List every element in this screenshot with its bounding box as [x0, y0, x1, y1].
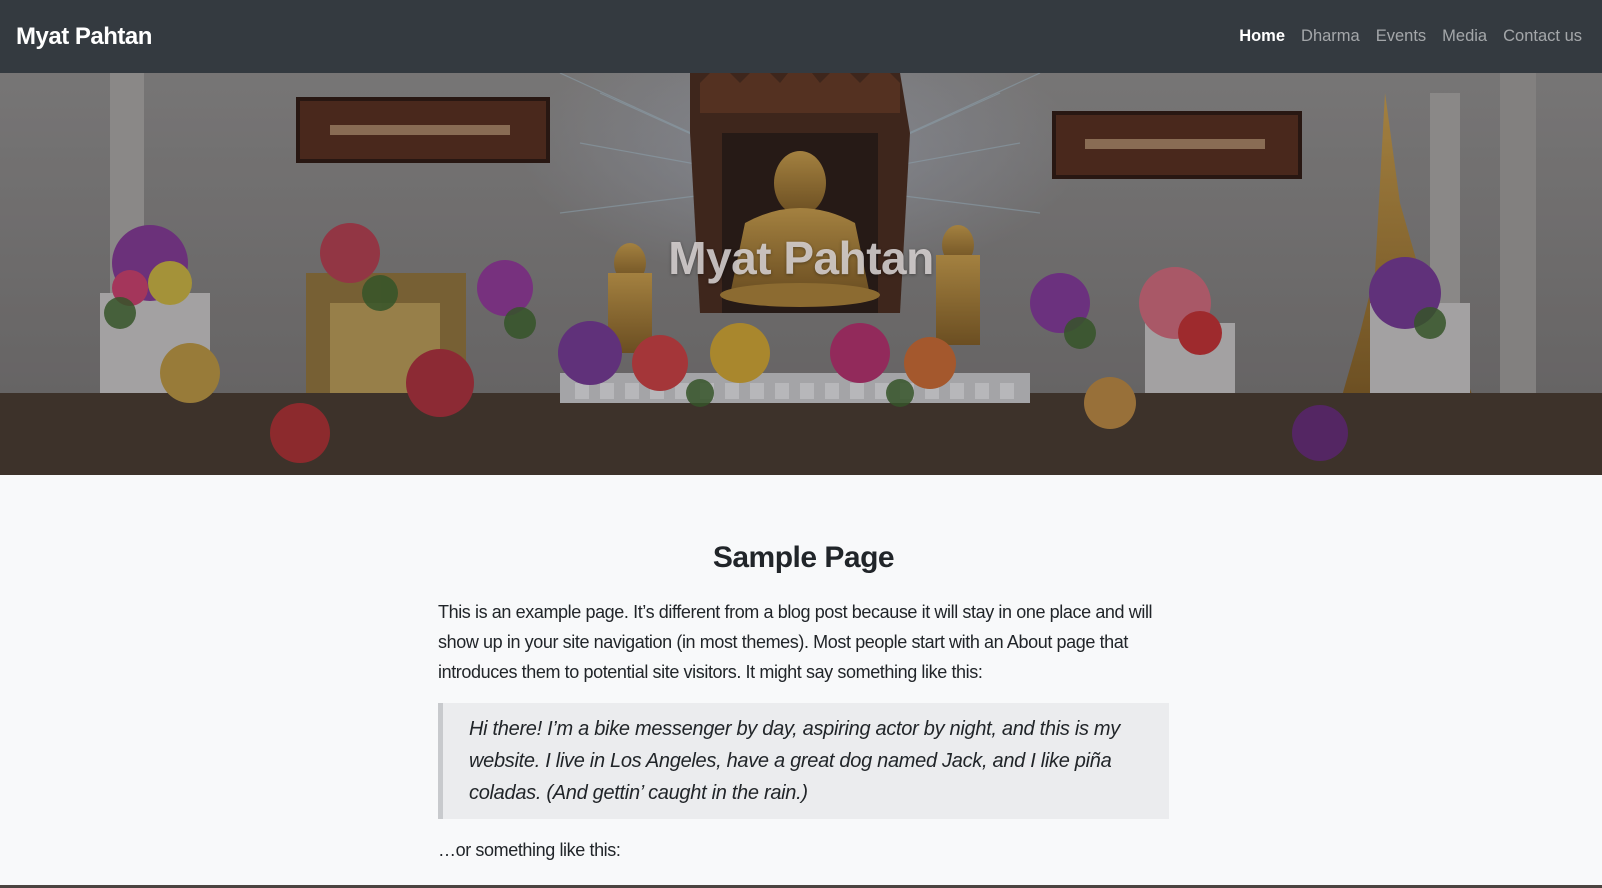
content-container: Sample Page This is an example page. It’… — [438, 475, 1169, 865]
nav-link-home[interactable]: Home — [1239, 27, 1285, 46]
page-title: Sample Page — [712, 541, 895, 574]
top-navbar: Myat Pahtan Home Dharma Events Media Con… — [0, 0, 1602, 73]
nav-link-media[interactable]: Media — [1442, 27, 1487, 46]
hero-banner: Myat Pahtan — [0, 73, 1602, 475]
nav-menu: Home Dharma Events Media Contact us — [1239, 27, 1582, 46]
hero-title: Myat Pahtan — [668, 232, 934, 284]
intro-paragraph: This is an example page. It’s different … — [438, 602, 1153, 682]
brand-logo-link[interactable]: Myat Pahtan — [16, 23, 152, 51]
quote-block: Hi there! I’m a bike messenger by day, a… — [438, 703, 1169, 819]
outro-paragraph: …or something like this: — [438, 840, 621, 860]
nav-link-contact-us[interactable]: Contact us — [1503, 27, 1582, 46]
nav-link-dharma[interactable]: Dharma — [1301, 27, 1360, 46]
nav-link-events[interactable]: Events — [1376, 27, 1426, 46]
main-content: Sample Page This is an example page. It’… — [0, 475, 1602, 888]
